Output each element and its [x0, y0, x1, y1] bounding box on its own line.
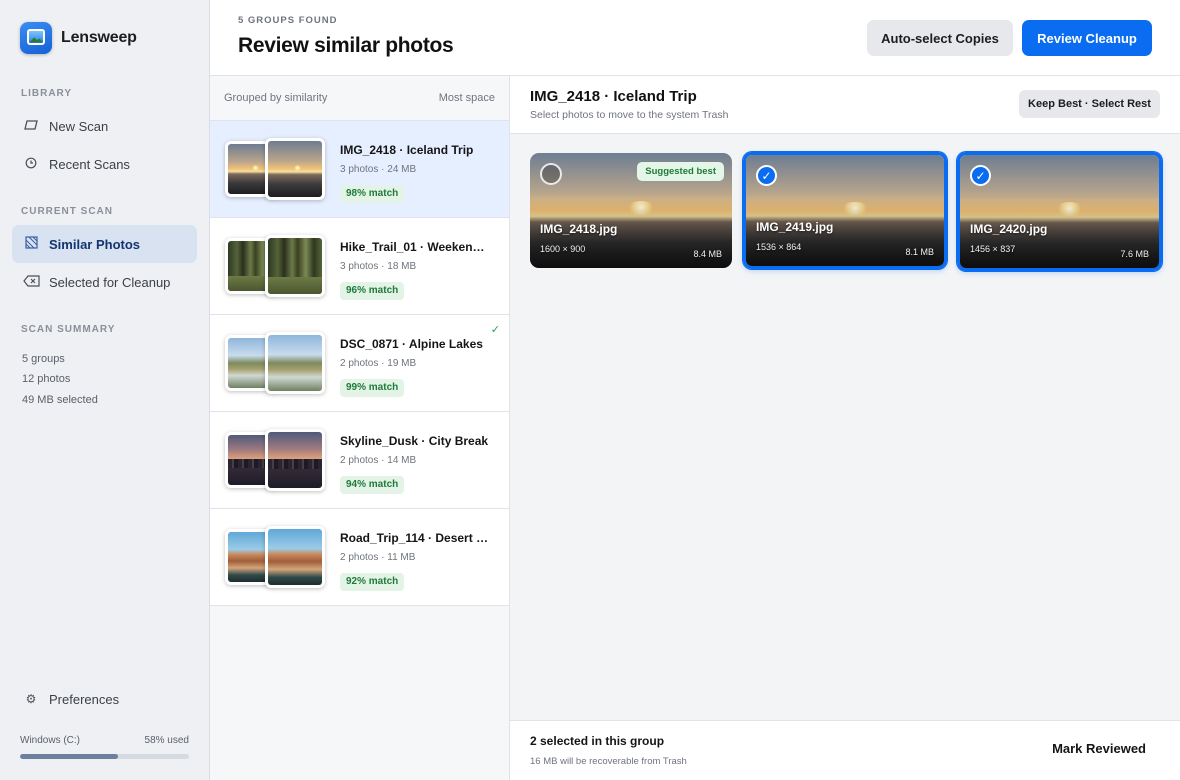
stacked-photos-icon — [22, 236, 40, 252]
photo-card[interactable]: Suggested best IMG_2418.jpg 1600 × 900 8… — [530, 153, 732, 268]
app-window: Lensweep LIBRARY New Scan Recent Scans C… — [0, 0, 1180, 780]
nav-similar-photos-label: Similar Photos — [49, 236, 141, 252]
match-badge: 96% match — [340, 282, 405, 300]
brand: Lensweep — [20, 22, 137, 54]
group-thumbnail-front — [265, 332, 325, 394]
group-title: Road_Trip_114 · Desert Drive — [340, 531, 490, 545]
match-badge: 94% match — [340, 476, 405, 494]
group-title: Skyline_Dusk · City Break — [340, 434, 489, 448]
group-meta: 2 photos · 14 MB — [340, 455, 417, 466]
page-title: Review similar photos — [238, 34, 454, 57]
group-item[interactable]: Skyline_Dusk · City Break 2 photos · 14 … — [210, 412, 509, 509]
group-title: DSC_0871 · Alpine Lakes — [340, 337, 483, 351]
nav-preferences-label: Preferences — [49, 691, 120, 707]
nav-recent-scans[interactable]: Recent Scans — [12, 145, 197, 183]
sidebar: Lensweep LIBRARY New Scan Recent Scans C… — [0, 0, 210, 780]
delete-left-icon — [22, 274, 40, 290]
photo-filename: IMG_2418.jpg — [540, 222, 618, 236]
nav-new-scan-label: New Scan — [49, 118, 109, 134]
mark-reviewed-button[interactable]: Mark Reviewed — [1052, 741, 1146, 756]
photo-filename: IMG_2420.jpg — [970, 222, 1048, 236]
clock-icon — [22, 157, 40, 172]
photo-dimensions: 1456 × 837 — [970, 244, 1016, 254]
disk-name: Windows (C:) — [20, 735, 81, 746]
photo-dimensions: 1600 × 900 — [540, 244, 586, 254]
recoverable-note: 16 MB will be recoverable from Trash — [530, 756, 687, 767]
groups-found-eyebrow: 5 GROUPS FOUND — [238, 15, 338, 26]
groups-list-header: Grouped by similarity Most space — [210, 76, 509, 121]
photo-size: 8.4 MB — [693, 249, 722, 259]
keep-best-select-rest-button[interactable]: Keep Best · Select Rest — [1019, 90, 1160, 118]
review-cleanup-button[interactable]: Review Cleanup — [1022, 20, 1152, 56]
summary-photos: 12 photos — [22, 373, 71, 385]
group-meta: 3 photos · 24 MB — [340, 164, 417, 175]
sort-menu[interactable]: Most space — [439, 92, 495, 104]
nav-preferences[interactable]: ⚙ Preferences — [12, 680, 197, 718]
nav-new-scan[interactable]: New Scan — [12, 107, 197, 145]
reviewed-check-icon: ✓ — [490, 324, 500, 336]
selection-count: 2 selected in this group — [530, 734, 665, 748]
app-name: Lensweep — [61, 29, 137, 46]
grouping-label: Grouped by similarity — [224, 92, 328, 104]
detail-title: IMG_2418 · Iceland Trip — [530, 88, 697, 105]
select-radio[interactable] — [540, 163, 562, 185]
disk-used-text: 58% used — [144, 735, 189, 746]
selected-check-icon[interactable]: ✓ — [970, 165, 991, 186]
groups-list-panel: Grouped by similarity Most space IMG_241… — [210, 76, 510, 780]
detail-subtitle: Select photos to move to the system Tras… — [530, 109, 729, 121]
detail-header: IMG_2418 · Iceland Trip Select photos to… — [510, 76, 1180, 134]
summary-selected: 49 MB selected — [22, 394, 98, 406]
disk-usage-label: Windows (C:) 58% used — [20, 735, 189, 746]
group-thumbnail-front — [265, 526, 325, 588]
photo-dimensions: 1536 × 864 — [756, 242, 802, 252]
library-heading: LIBRARY — [21, 88, 73, 99]
group-item[interactable]: IMG_2418 · Iceland Trip 3 photos · 24 MB… — [210, 121, 509, 218]
photo-card[interactable]: ✓ IMG_2420.jpg 1456 × 837 7.6 MB — [957, 152, 1162, 271]
suggested-best-badge: Suggested best — [637, 162, 724, 181]
nav-selected-cleanup-label: Selected for Cleanup — [49, 274, 171, 290]
photo-filename: IMG_2419.jpg — [756, 220, 834, 234]
nav-recent-scans-label: Recent Scans — [49, 156, 130, 172]
group-thumbnail-front — [265, 138, 325, 200]
top-header: 5 GROUPS FOUND Review similar photos Aut… — [210, 0, 1180, 76]
current-scan-heading: CURRENT SCAN — [21, 206, 113, 217]
group-title: Hike_Trail_01 · Weekend Hike — [340, 240, 490, 254]
disk-usage-bar — [20, 754, 189, 759]
photo-size: 7.6 MB — [1120, 249, 1149, 259]
group-item[interactable]: Road_Trip_114 · Desert Drive 2 photos · … — [210, 509, 509, 606]
match-badge: 99% match — [340, 379, 405, 397]
match-badge: 92% match — [340, 573, 405, 591]
group-detail-panel: IMG_2418 · Iceland Trip Select photos to… — [510, 76, 1180, 780]
photo-app-icon — [20, 22, 52, 54]
scan-frame-icon — [22, 119, 40, 133]
summary-groups: 5 groups — [22, 353, 65, 365]
photo-card[interactable]: ✓ IMG_2419.jpg 1536 × 864 8.1 MB — [743, 152, 947, 269]
nav-selected-cleanup[interactable]: Selected for Cleanup — [12, 263, 197, 301]
selected-check-icon[interactable]: ✓ — [756, 165, 777, 186]
scan-summary-heading: SCAN SUMMARY — [21, 324, 116, 335]
group-thumbnail-front — [265, 235, 325, 297]
group-meta: 2 photos · 19 MB — [340, 358, 417, 369]
auto-select-copies-button[interactable]: Auto-select Copies — [867, 20, 1013, 56]
group-item[interactable]: DSC_0871 · Alpine Lakes ✓ 2 photos · 19 … — [210, 315, 509, 412]
detail-footer: 2 selected in this group 16 MB will be r… — [510, 720, 1180, 780]
match-badge: 98% match — [340, 185, 405, 203]
group-meta: 2 photos · 11 MB — [340, 552, 416, 563]
nav-similar-photos[interactable]: Similar Photos — [12, 225, 197, 263]
gear-icon: ⚙ — [25, 692, 37, 706]
group-item[interactable]: Hike_Trail_01 · Weekend Hike 3 photos · … — [210, 218, 509, 315]
group-title: IMG_2418 · Iceland Trip — [340, 143, 474, 157]
group-thumbnail-front — [265, 429, 325, 491]
disk-usage-fill — [20, 754, 119, 759]
group-meta: 3 photos · 18 MB — [340, 261, 417, 272]
photo-size: 8.1 MB — [905, 247, 934, 257]
